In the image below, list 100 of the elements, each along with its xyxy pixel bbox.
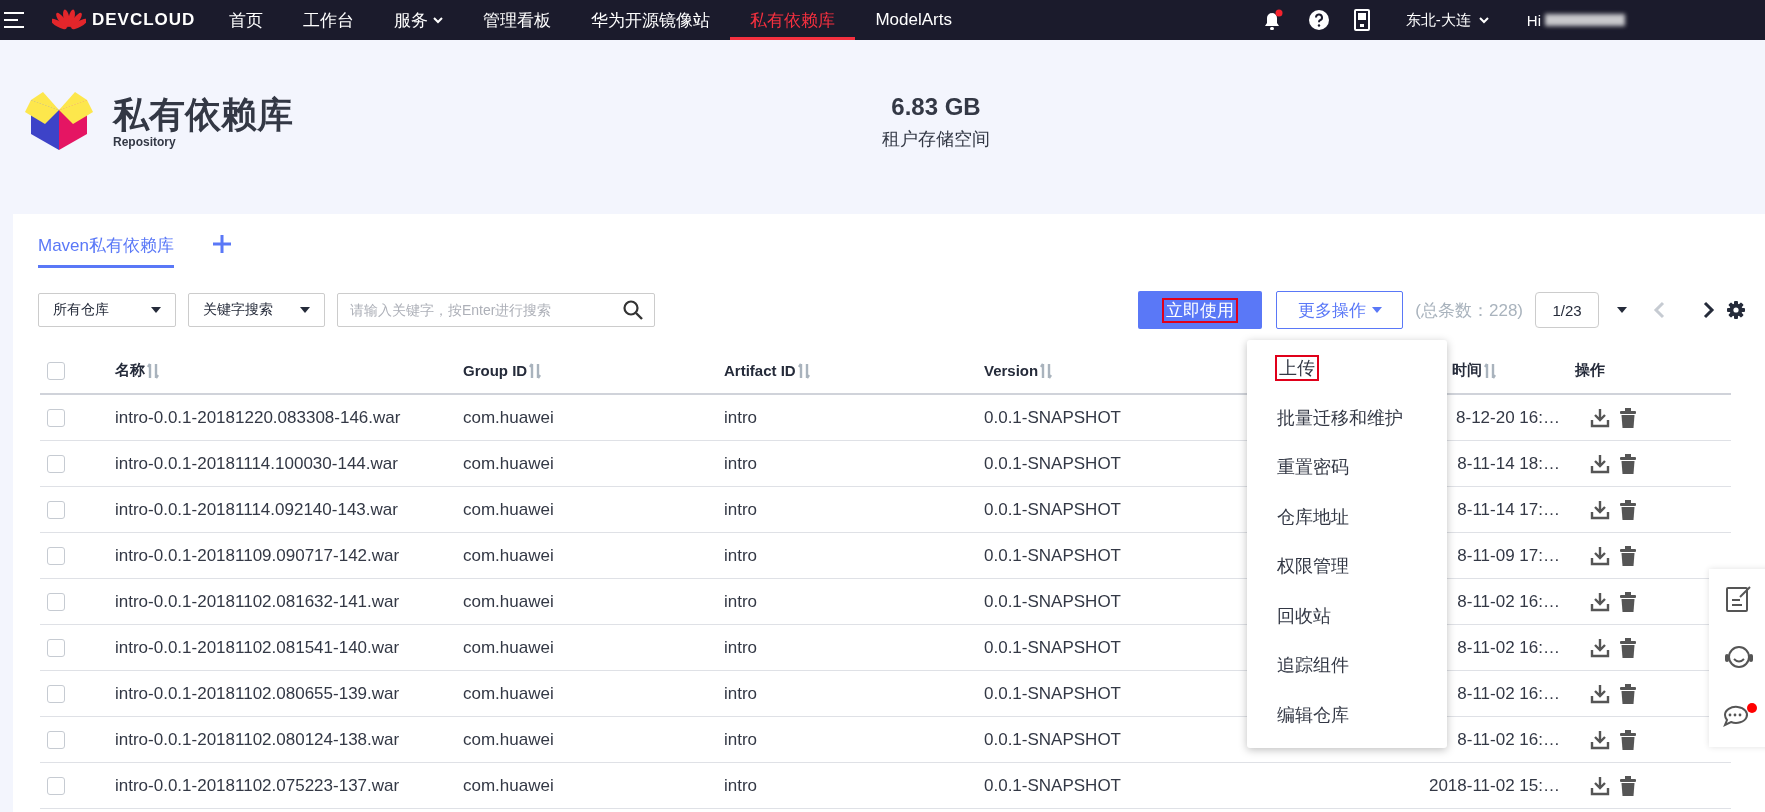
download-icon[interactable] <box>1590 499 1610 520</box>
table-cell-text: com.huawei <box>463 683 555 704</box>
table-cell-text: com.huawei <box>463 775 555 796</box>
table-cell-text: 8-11-14 18:… <box>1456 453 1561 474</box>
download-icon[interactable] <box>1590 637 1610 658</box>
table-cell-text: intro <box>724 453 759 474</box>
row-checkbox[interactable] <box>47 638 65 657</box>
user-greeting[interactable]: Hi <box>1526 11 1541 29</box>
nav-item[interactable]: ModelArts <box>855 0 972 40</box>
table-cell-text: 8-11-14 17:… <box>1456 499 1561 520</box>
menu-item[interactable]: 权限管理 <box>1247 542 1447 592</box>
delete-icon[interactable] <box>1620 453 1636 474</box>
table-cell-text: intro <box>724 729 759 750</box>
column-header[interactable]: Group ID <box>463 362 724 379</box>
row-checkbox[interactable] <box>47 546 65 565</box>
table-cell-text: intro <box>724 683 759 704</box>
table-cell-text: intro-0.0.1-20181102.080124-138.war <box>115 729 401 750</box>
delete-icon[interactable] <box>1620 729 1636 750</box>
column-header[interactable]: Artifact ID <box>724 362 984 379</box>
caret-icon[interactable] <box>300 307 310 313</box>
page-field[interactable]: 1/23 <box>1535 292 1599 328</box>
menu-item[interactable]: 重置密码 <box>1247 443 1447 493</box>
search-field[interactable]: 请输入关键字，按Enter进行搜索 <box>337 293 655 327</box>
table-cell-text: 8-12-20 16:… <box>1455 407 1561 428</box>
help-icon[interactable] <box>1307 9 1330 31</box>
download-icon[interactable] <box>1590 775 1610 796</box>
settings-icon[interactable] <box>1727 301 1745 319</box>
column-header[interactable]: Version <box>984 362 1245 379</box>
feedback-note-icon[interactable] <box>1726 584 1752 613</box>
table-cell-text: com.huawei <box>463 637 555 658</box>
table-cell-text: intro <box>724 775 759 796</box>
table-cell-text: com.huawei <box>463 591 555 612</box>
row-checkbox[interactable] <box>47 454 65 473</box>
delete-icon[interactable] <box>1620 637 1636 658</box>
brand-name[interactable]: DEVCLOUD <box>92 10 196 30</box>
table-cell-text: 8-11-02 16:… <box>1456 729 1561 750</box>
region-selector[interactable]: 东北-大连 <box>1405 10 1489 30</box>
next-page-icon[interactable] <box>1703 301 1715 319</box>
menu-item[interactable]: 编辑仓库 <box>1247 690 1447 740</box>
download-icon[interactable] <box>1590 683 1610 704</box>
use-now-button[interactable]: 立即使用 <box>1138 291 1263 329</box>
row-checkbox[interactable] <box>47 776 65 795</box>
nav-item[interactable]: 工作台 <box>283 0 375 40</box>
delete-icon[interactable] <box>1620 545 1636 566</box>
menu-item[interactable]: 回收站 <box>1247 591 1447 641</box>
table-cell-text: 8-11-02 16:… <box>1456 683 1561 704</box>
more-actions-button[interactable]: 更多操作 <box>1276 291 1404 329</box>
menu-item[interactable]: 追踪组件 <box>1247 641 1447 691</box>
search-type-select[interactable]: 关键字搜索 <box>188 293 325 327</box>
add-icon[interactable] <box>212 234 233 254</box>
caret-icon[interactable] <box>151 307 161 313</box>
table-cell-text: intro <box>724 545 759 566</box>
row-checkbox[interactable] <box>47 500 65 519</box>
download-icon[interactable] <box>1590 453 1610 474</box>
row-checkbox[interactable] <box>47 592 65 611</box>
repository-select[interactable]: 所有仓库 <box>38 293 176 327</box>
storage-value: 6.83 GB <box>891 93 981 121</box>
menu-icon[interactable] <box>4 12 24 28</box>
download-icon[interactable] <box>1590 591 1610 612</box>
nav-item[interactable]: 服务 <box>374 0 464 40</box>
mobile-icon[interactable] <box>1353 9 1370 31</box>
row-checkbox[interactable] <box>47 684 65 703</box>
flower-logo-icon <box>52 8 86 32</box>
column-header[interactable]: 名称 <box>115 361 463 380</box>
delete-icon[interactable] <box>1620 683 1636 704</box>
download-icon[interactable] <box>1590 545 1610 566</box>
total-count: (总条数：228) <box>1415 299 1523 322</box>
nav-item[interactable]: 首页 <box>209 0 284 40</box>
chevron-down-icon[interactable] <box>433 16 444 24</box>
page-subtitle: Repository <box>113 134 177 149</box>
table-cell-text: intro-0.0.1-20181220.083308-146.war <box>115 407 402 428</box>
table-cell-text: intro-0.0.1-20181114.100030-144.war <box>115 453 399 474</box>
nav-item[interactable]: 华为开源镜像站 <box>571 0 731 40</box>
delete-icon[interactable] <box>1620 499 1636 520</box>
table-cell-text: intro-0.0.1-20181114.092140-143.war <box>115 499 399 520</box>
table-cell-text: intro <box>724 407 759 428</box>
search-icon[interactable] <box>623 300 643 320</box>
menu-item[interactable]: 仓库地址 <box>1247 492 1447 542</box>
download-icon[interactable] <box>1590 407 1610 428</box>
table-cell-text: 8-11-09 17:… <box>1456 545 1561 566</box>
table-cell-text: 0.0.1-SNAPSHOT <box>984 775 1122 796</box>
table-cell-text: com.huawei <box>463 499 555 520</box>
delete-icon[interactable] <box>1620 407 1636 428</box>
nav-item[interactable]: 管理看板 <box>463 0 572 40</box>
row-checkbox[interactable] <box>47 408 65 427</box>
menu-item[interactable]: 批量迁移和维护 <box>1247 393 1447 443</box>
column-header: 操作 <box>1575 361 1606 380</box>
chevron-down-icon[interactable] <box>1478 16 1489 24</box>
delete-icon[interactable] <box>1620 775 1636 796</box>
caret-icon[interactable] <box>1617 307 1627 313</box>
select-all-checkbox[interactable] <box>47 361 65 380</box>
repository-tab[interactable]: Maven私有依赖库 <box>38 234 175 268</box>
table-cell-text: intro <box>724 499 759 520</box>
download-icon[interactable] <box>1590 729 1610 750</box>
table-cell-text: intro-0.0.1-20181109.090717-142.war <box>115 545 401 566</box>
table-cell-text: intro-0.0.1-20181102.081632-141.war <box>115 591 401 612</box>
nav-item[interactable]: 私有依赖库 <box>730 0 856 40</box>
table-cell-text: 8-11-02 16:… <box>1456 637 1561 658</box>
delete-icon[interactable] <box>1620 591 1636 612</box>
row-checkbox[interactable] <box>47 730 65 749</box>
